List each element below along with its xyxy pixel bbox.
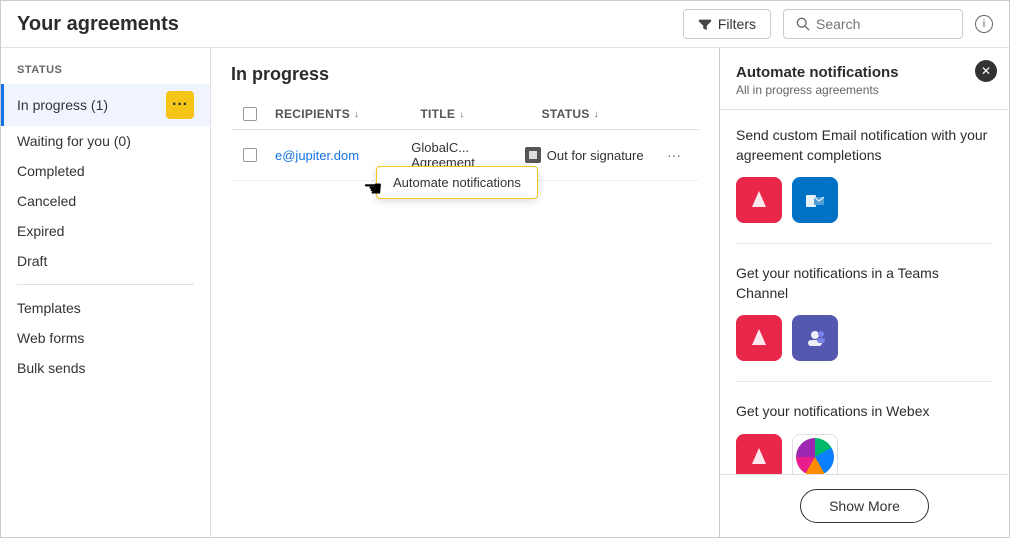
cell-status: Out for signature <box>525 147 661 163</box>
right-panel: Automate notifications All in progress a… <box>719 48 1009 537</box>
sidebar-item-label: Expired <box>17 223 194 239</box>
pen-icon <box>528 150 538 160</box>
card-teams-icons <box>736 315 993 361</box>
section-title: In progress <box>231 64 699 85</box>
sort-arrow-title[interactable]: ↓ <box>459 109 464 120</box>
sidebar-item-completed[interactable]: Completed <box>1 156 210 186</box>
card-webex-title: Get your notifications in Webex <box>736 402 993 422</box>
col-status-header: Status ↓ <box>542 107 687 121</box>
webex-circle <box>796 438 834 474</box>
main-content: In progress Recipients ↓ Title ↓ Status … <box>211 48 719 537</box>
sidebar-item-label: Completed <box>17 163 194 179</box>
acrobat-logo-icon-2 <box>746 325 772 351</box>
outlook-icon[interactable] <box>792 177 838 223</box>
cell-recipients: e@jupiter.dom <box>275 148 411 163</box>
sidebar-item-web-forms[interactable]: Web forms <box>1 323 210 353</box>
row-checkbox-cell <box>243 148 275 162</box>
acrobat-icon-3[interactable] <box>736 434 782 474</box>
col-check-header <box>243 107 275 121</box>
sidebar-item-label: Templates <box>17 300 194 316</box>
notification-card-webex: Get your notifications in Webex <box>736 402 993 474</box>
card-webex-icons <box>736 434 993 474</box>
notification-card-teams: Get your notifications in a Teams Channe… <box>736 264 993 382</box>
sort-arrow-recipients[interactable]: ↓ <box>354 109 359 120</box>
show-more-button[interactable]: Show More <box>800 489 929 523</box>
sidebar-item-label: Draft <box>17 253 194 269</box>
show-more-section: Show More <box>720 474 1009 537</box>
acrobat-icon-2[interactable] <box>736 315 782 361</box>
row-more-button[interactable]: ··· <box>661 145 687 165</box>
card-teams-title: Get your notifications in a Teams Channe… <box>736 264 993 303</box>
sidebar-section-label: STATUS <box>1 60 210 84</box>
card-email-icons <box>736 177 993 223</box>
teams-icon[interactable] <box>792 315 838 361</box>
page-title: Your agreements <box>17 13 671 36</box>
sidebar-item-templates[interactable]: Templates <box>1 293 210 323</box>
right-panel-subtitle: All in progress agreements <box>736 83 899 97</box>
acrobat-logo-icon-3 <box>746 444 772 470</box>
sort-arrow-status[interactable]: ↓ <box>594 109 599 120</box>
table-header: Recipients ↓ Title ↓ Status ↓ <box>231 99 699 130</box>
automate-notifications-tooltip[interactable]: Automate notifications <box>376 166 538 199</box>
right-panel-body: Send custom Email notification with your… <box>720 110 1009 474</box>
right-panel-header: Automate notifications All in progress a… <box>720 48 1009 110</box>
teams-logo-icon <box>802 325 828 351</box>
sidebar-item-bulk-sends[interactable]: Bulk sends <box>1 353 210 383</box>
right-panel-title-area: Automate notifications All in progress a… <box>736 64 899 97</box>
search-input[interactable] <box>816 16 936 32</box>
webex-icon[interactable] <box>792 434 838 474</box>
top-bar: Your agreements Filters i <box>1 1 1009 48</box>
sidebar-divider <box>17 284 194 285</box>
card-email-title: Send custom Email notification with your… <box>736 126 993 165</box>
info-icon[interactable]: i <box>975 15 993 33</box>
sidebar: STATUS In progress (1) ··· Waiting for y… <box>1 48 211 537</box>
row-checkbox[interactable] <box>243 148 257 162</box>
sidebar-item-expired[interactable]: Expired <box>1 216 210 246</box>
sidebar-item-in-progress[interactable]: In progress (1) ··· <box>1 84 210 126</box>
acrobat-icon[interactable] <box>736 177 782 223</box>
search-box <box>783 9 963 39</box>
col-title-header: Title ↓ <box>420 107 541 121</box>
more-options-button[interactable]: ··· <box>166 91 194 119</box>
notification-card-email: Send custom Email notification with your… <box>736 126 993 244</box>
sidebar-item-waiting[interactable]: Waiting for you (0) <box>1 126 210 156</box>
filters-button[interactable]: Filters <box>683 9 771 39</box>
content-area: STATUS In progress (1) ··· Waiting for y… <box>1 48 1009 537</box>
sidebar-item-label: Web forms <box>17 330 194 346</box>
status-icon <box>525 147 541 163</box>
select-all-checkbox[interactable] <box>243 107 257 121</box>
outlook-logo-icon <box>802 187 828 213</box>
filter-icon <box>698 17 712 31</box>
close-button[interactable]: ✕ <box>975 60 997 82</box>
sidebar-item-canceled[interactable]: Canceled <box>1 186 210 216</box>
right-panel-title: Automate notifications <box>736 64 899 81</box>
search-icon <box>796 17 810 31</box>
sidebar-item-label: Bulk sends <box>17 360 194 376</box>
sidebar-item-label: In progress (1) <box>17 97 166 113</box>
sidebar-item-label: Waiting for you (0) <box>17 133 194 149</box>
col-recipients-header: Recipients ↓ <box>275 107 420 121</box>
sidebar-item-draft[interactable]: Draft <box>1 246 210 276</box>
sidebar-item-label: Canceled <box>17 193 194 209</box>
acrobat-logo-icon <box>746 187 772 213</box>
main-area: Your agreements Filters i STATUS In prog… <box>0 0 1010 538</box>
